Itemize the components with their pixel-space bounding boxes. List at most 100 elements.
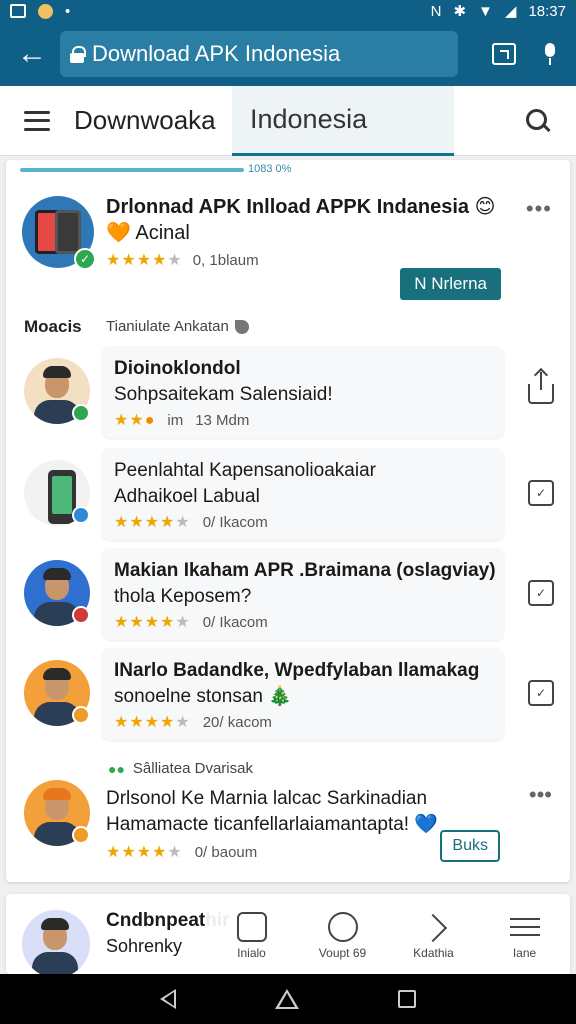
progress-label: 1083 0% <box>248 163 292 175</box>
featured-app-icon[interactable]: ✓ <box>22 196 96 270</box>
lock-icon <box>70 46 86 63</box>
promo-title-line1: Drlsonol Ke Marnia lalcac Sarkinadian <box>106 788 428 809</box>
bluetooth-icon: ✱ <box>453 3 467 20</box>
section-subtitle-text: Tianiulate Ankatan <box>106 318 229 335</box>
section-title: Moacis <box>24 317 82 336</box>
dot-icon: • <box>65 2 71 20</box>
list-item-title: Makian Ikaham APR .Braimana (oslagviay) <box>114 560 496 581</box>
hamburger-menu-icon[interactable] <box>24 110 50 131</box>
featured-rating-text: 0, 1blaum <box>192 251 259 269</box>
promo-rating-text: 0/ baoum <box>194 843 258 861</box>
list-item[interactable]: Dioinoklondol Sohpsaitekam Salensiaid! ★… <box>18 346 558 440</box>
bottom-card-subtitle: Sohrenky <box>106 936 183 956</box>
url-field[interactable]: Download APK Indonesia <box>60 31 458 77</box>
avatar <box>22 910 90 974</box>
list-item-subtitle: sonoelne stonsan 🎄 <box>114 686 292 707</box>
send-icon <box>419 912 449 942</box>
back-arrow-icon[interactable]: ← <box>12 34 52 74</box>
list-item-subtitle: thola Keposem? <box>114 586 252 607</box>
bottom-nav: Inialo Voupt 69 Kdathia Iane <box>206 908 570 974</box>
list-item-rating-text: 0/ Ikacom <box>202 513 268 531</box>
star-rating: ★★★★★ <box>106 844 183 861</box>
list-item-meta: ★★★★★ 20/ kacom <box>114 712 272 732</box>
promo-button[interactable]: Buks <box>440 830 500 862</box>
phone-dark-icon <box>55 210 81 254</box>
list-item-title: INarlo Badandke, Wpedfylaban llamakag <box>114 660 480 681</box>
featured-title-line1: Drlonnad APK Inlload APPK Indanesia 😊 <box>106 196 496 218</box>
star-rating: ★★★★★ <box>114 714 191 731</box>
list-item-meta: ★★● im 13 Mdm <box>114 410 249 430</box>
app-notification-icon <box>38 3 53 19</box>
verified-badge-icon <box>72 606 90 624</box>
share-icon[interactable] <box>528 372 554 404</box>
list-item-count: 13 Mdm <box>195 411 250 429</box>
featured-rating-row: ★★★★★ 0, 1blaum <box>106 250 259 270</box>
star-rating: ★★★★★ <box>106 252 183 269</box>
list-item-meta: ★★★★★ 0/ Ikacom <box>114 512 268 532</box>
nav-item-vote[interactable]: Voupt 69 <box>297 908 388 974</box>
list-item-meta: ★★★★★ 0/ Ikacom <box>114 612 268 632</box>
home-icon <box>236 912 267 942</box>
list-item-rating-text: 0/ Ikacom <box>202 613 268 631</box>
featured-app-title[interactable]: Drlonnad APK Inlload APPK Indanesia 😊 🧡 … <box>106 194 506 246</box>
list-item-text: INarlo Badandke, Wpedfylaban llamakag so… <box>114 658 504 710</box>
star-rating: ★★★★★ <box>114 614 191 631</box>
list-item[interactable]: Makian Ikaham APR .Braimana (oslagviay) … <box>18 548 558 642</box>
list-item-subtitle: Adhaikoel Labual <box>114 486 260 507</box>
nav-item-menu[interactable]: Iane <box>479 908 570 974</box>
leaf-icon <box>234 319 249 334</box>
nav-label: Voupt 69 <box>318 946 367 960</box>
download-icon[interactable]: ✓ <box>528 580 554 606</box>
install-button[interactable]: N Nrlerna <box>400 268 501 300</box>
list-item-subtitle: Sohpsaitekam Salensiaid! <box>114 384 333 405</box>
star-rating: ★★● <box>114 412 156 429</box>
verified-badge-icon <box>72 506 90 524</box>
download-progress-bar <box>20 168 244 172</box>
list-item-text: Dioinoklondol Sohpsaitekam Salensiaid! <box>114 356 504 408</box>
vote-icon <box>327 912 358 942</box>
verified-check-icon: ✓ <box>74 248 96 270</box>
main-card: 1083 0% ✓ Drlonnad APK Inlload APPK Inda… <box>6 160 570 882</box>
system-recents-icon[interactable] <box>398 990 417 1008</box>
browser-toolbar: ← Download APK Indonesia <box>0 22 576 86</box>
status-bar: • N ✱ ▼ ◢ 18:37 <box>0 0 576 22</box>
verified-badge-icon <box>72 404 90 422</box>
system-back-icon[interactable] <box>159 989 176 1009</box>
list-item[interactable]: Peenlahtal Kapensanolioakaiar Adhaikoel … <box>18 448 558 542</box>
featured-title-line2: 🧡 Acinal <box>106 222 190 244</box>
nfc-icon: N <box>430 2 442 20</box>
status-time: 18:37 <box>528 2 566 20</box>
star-rating: ★★★★★ <box>114 514 191 531</box>
nav-label: Iane <box>512 946 537 960</box>
microphone-icon[interactable] <box>544 43 556 65</box>
list-item-rating-text: im <box>167 411 184 429</box>
app-header: Downwoaka Indonesia <box>0 85 576 156</box>
download-icon[interactable]: ✓ <box>528 680 554 706</box>
gallery-icon <box>10 4 26 18</box>
tab-indonesia[interactable]: Indonesia <box>232 85 454 156</box>
verified-badge-icon <box>72 706 90 724</box>
list-item-rating-text: 20/ kacom <box>202 713 272 731</box>
wifi-icon: ▼ <box>478 2 493 20</box>
system-home-icon[interactable] <box>274 989 299 1009</box>
promo-meta: ★★★★★ 0/ baoum <box>106 842 257 862</box>
search-icon[interactable] <box>526 108 550 133</box>
section-subtitle: Tianiulate Ankatan <box>106 318 249 335</box>
promo-title[interactable]: Drlsonol Ke Marnia lalcac Sarkinadian Ha… <box>106 786 446 838</box>
verified-badge-icon <box>72 826 90 844</box>
menu-icon <box>509 912 540 942</box>
open-tab-icon[interactable] <box>492 43 516 65</box>
url-text: Download APK Indonesia <box>92 41 341 66</box>
header-title[interactable]: Downwoaka <box>74 105 224 136</box>
list-item-text: Peenlahtal Kapensanolioakaiar Adhaikoel … <box>114 458 504 510</box>
nav-item-home[interactable]: Inialo <box>206 908 297 974</box>
list-item-title: Peenlahtal Kapensanolioakaiar <box>114 460 376 481</box>
download-icon[interactable]: ✓ <box>528 480 554 506</box>
system-nav-bar <box>0 974 576 1024</box>
nav-label: Kdathia <box>413 946 454 960</box>
list-item-text: Makian Ikaham APR .Braimana (oslagviay) … <box>114 558 504 610</box>
more-options-icon[interactable]: ••• <box>526 196 552 222</box>
signal-icon: ◢ <box>504 3 517 20</box>
list-item[interactable]: INarlo Badandke, Wpedfylaban llamakag so… <box>18 648 558 742</box>
nav-item-send[interactable]: Kdathia <box>388 908 479 974</box>
